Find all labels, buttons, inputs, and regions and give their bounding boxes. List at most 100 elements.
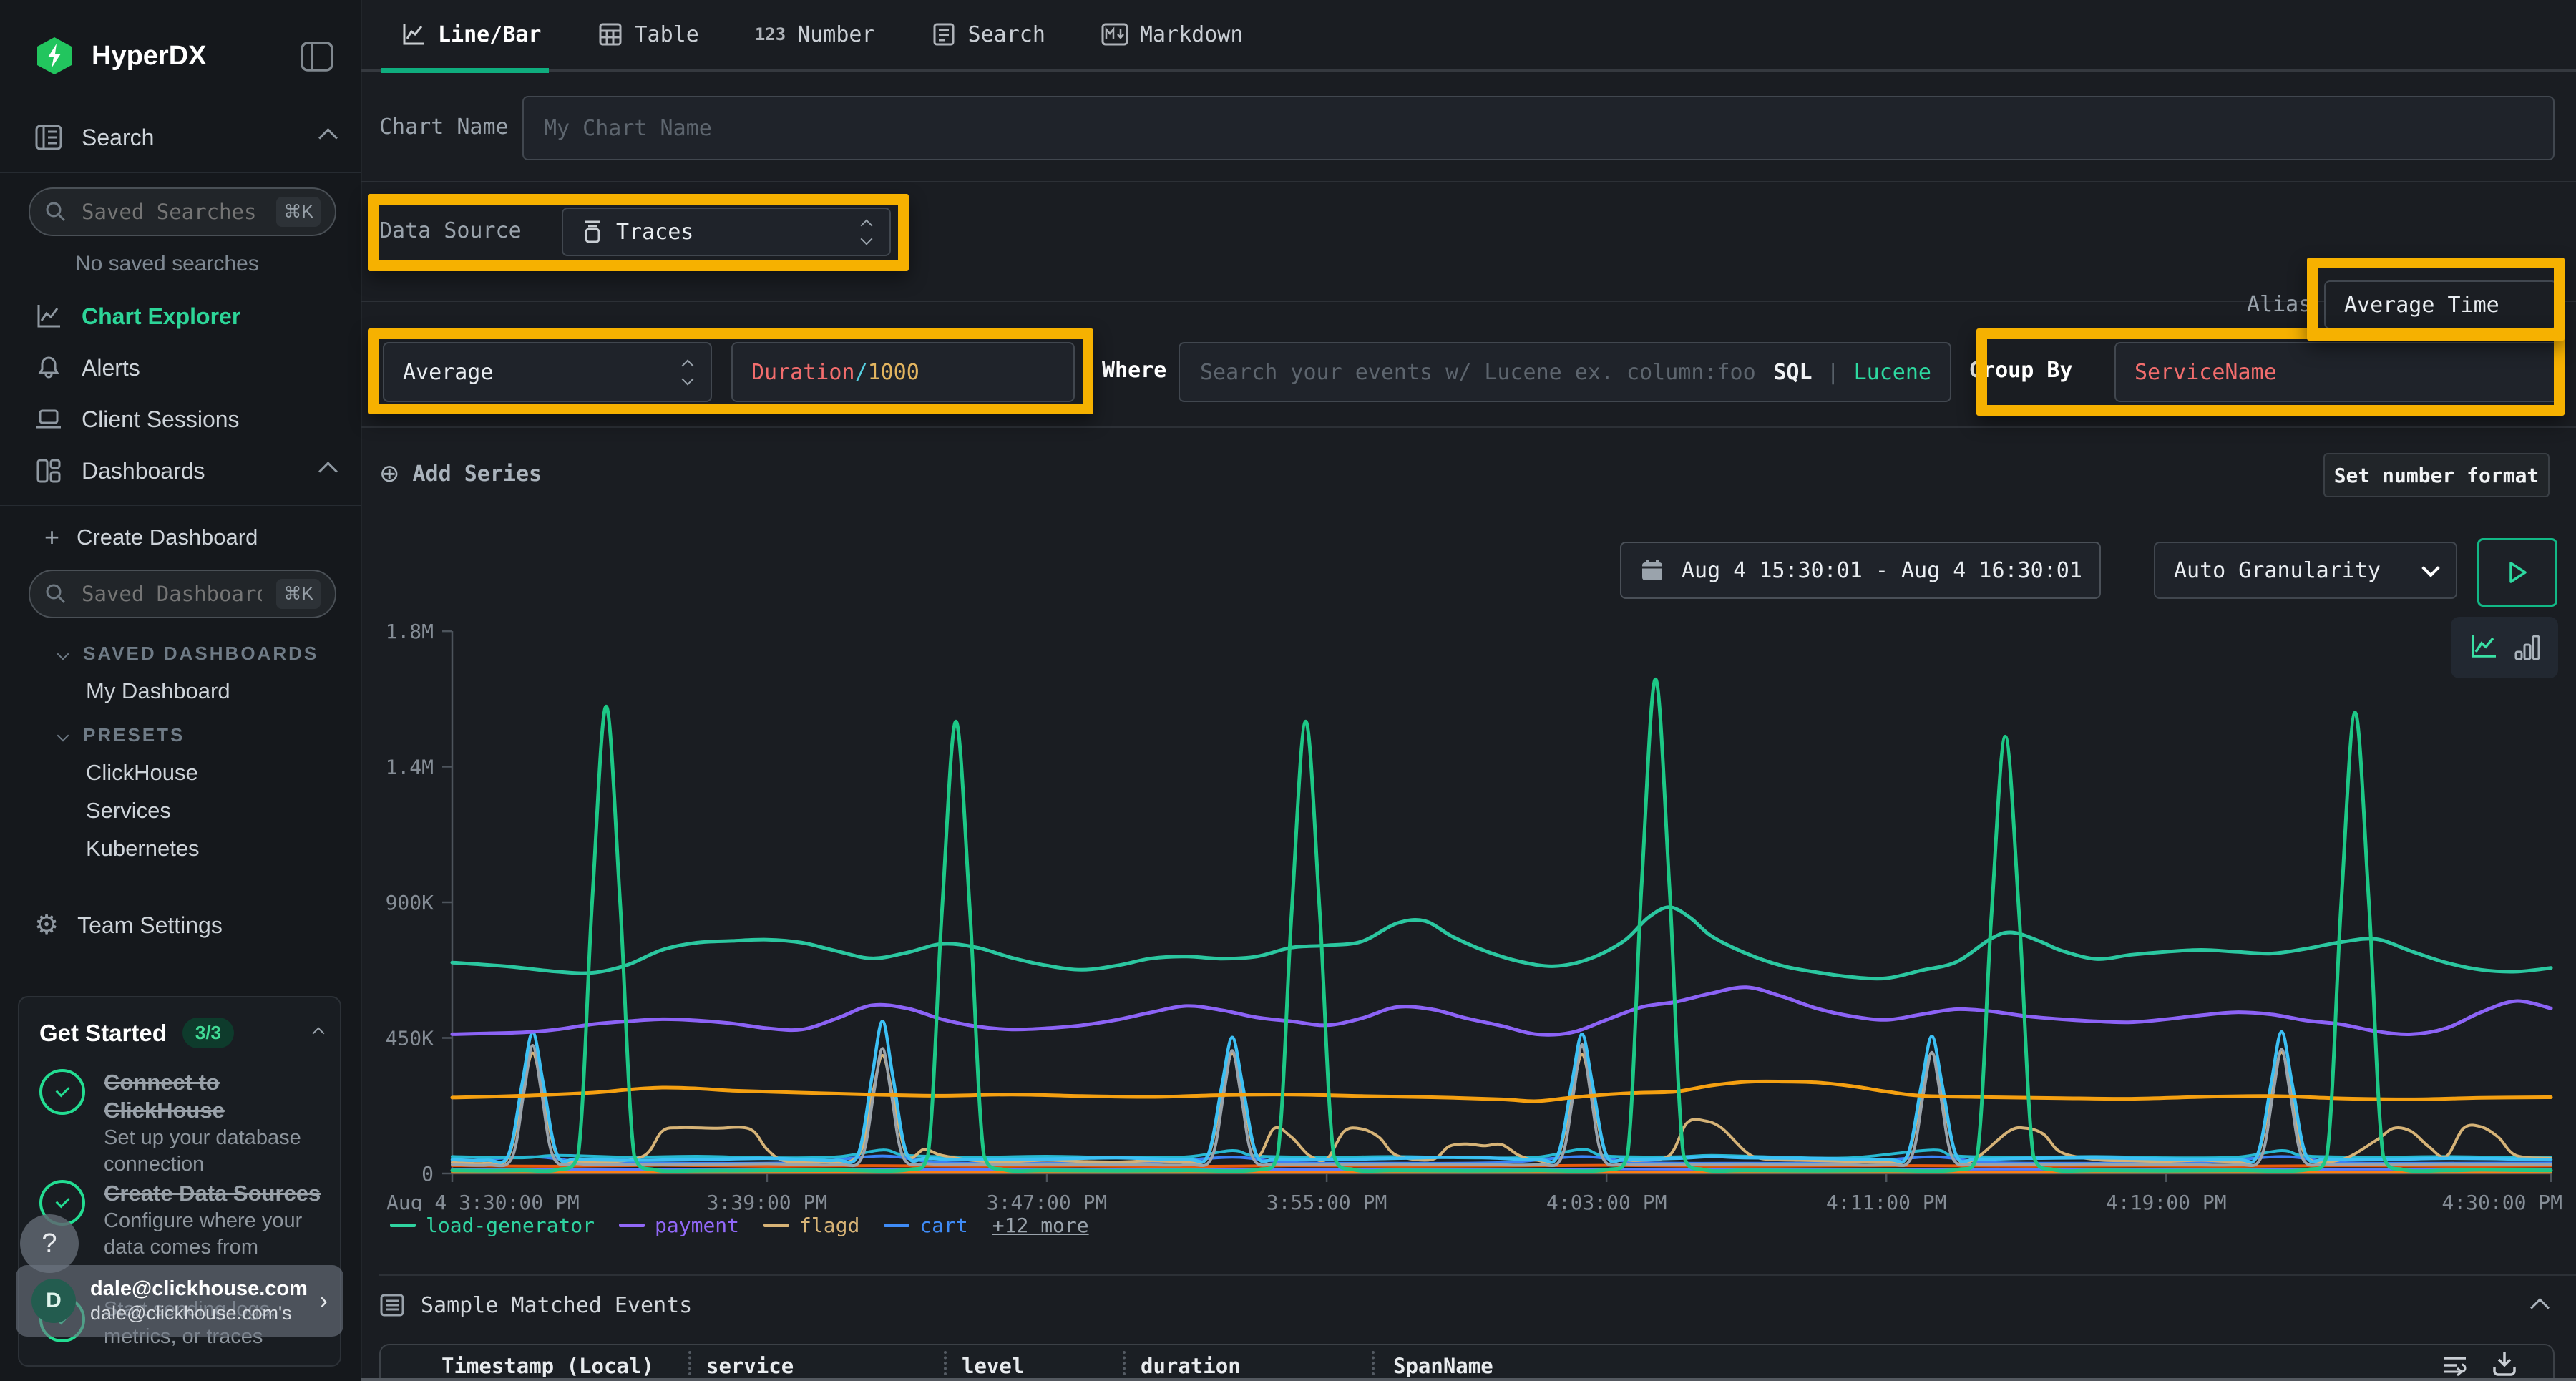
chevron-right-icon: ›: [320, 1287, 328, 1315]
granularity-select[interactable]: Auto Granularity: [2154, 542, 2457, 599]
table-scrollbar[interactable]: [361, 1378, 2576, 1381]
legend-more-link[interactable]: +12 more: [992, 1214, 1089, 1237]
get-started-item-title: Connect to ClickHouse: [104, 1070, 225, 1123]
chart-style-toggle: [2451, 617, 2558, 678]
tab-number[interactable]: 123 Number: [755, 22, 875, 47]
bar-style-icon[interactable]: [2514, 633, 2540, 662]
add-series-button[interactable]: ⊕ Add Series: [379, 459, 542, 488]
table-icon: [597, 21, 623, 47]
help-button[interactable]: ?: [20, 1214, 79, 1273]
sidebar-item-label: Client Sessions: [82, 406, 240, 433]
sidebar-item-dashboards[interactable]: Dashboards: [34, 457, 335, 485]
svg-text:Aug 4 3:30:00 PM: Aug 4 3:30:00 PM: [386, 1191, 580, 1211]
data-source-select[interactable]: Traces: [562, 208, 891, 256]
group-presets[interactable]: PRESETS: [59, 724, 185, 746]
aggregation-select[interactable]: Average: [383, 342, 712, 402]
column-header-timestamp[interactable]: Timestamp (Local): [441, 1354, 654, 1378]
sidebar-item-label: Alerts: [82, 355, 140, 381]
team-settings-label: Team Settings: [77, 912, 223, 939]
legend-swatch: [390, 1224, 416, 1227]
aggregation-value: Average: [403, 360, 493, 385]
legend-item[interactable]: flagd: [763, 1214, 859, 1237]
download-icon[interactable]: [2490, 1350, 2519, 1381]
tab-search[interactable]: Search: [931, 21, 1045, 47]
svg-text:3:39:00 PM: 3:39:00 PM: [707, 1191, 828, 1211]
sidebar-collapse-icon[interactable]: [301, 42, 333, 74]
chevron-down-icon: [57, 648, 69, 660]
saved-searches-input[interactable]: ⌘K: [29, 187, 336, 236]
field-token: Duration: [751, 360, 855, 385]
legend-label: load-generator: [426, 1214, 595, 1237]
timeseries-chart[interactable]: 0450K900K1.4M1.8MAug 4 3:30:00 PM3:39:00…: [386, 614, 2569, 1211]
user-menu[interactable]: D dale@clickhouse.com dale@clickhouse.co…: [16, 1265, 343, 1337]
line-style-icon[interactable]: [2469, 633, 2499, 662]
svg-text:1.4M: 1.4M: [386, 756, 434, 779]
group-saved-dashboards[interactable]: SAVED DASHBOARDS: [59, 643, 318, 665]
sidebar-item-alerts[interactable]: Alerts: [34, 353, 335, 382]
group-by-input[interactable]: ServiceName: [2114, 342, 2562, 402]
set-number-format-button[interactable]: Set number format: [2323, 453, 2550, 497]
column-separator[interactable]: [688, 1351, 691, 1375]
sidebar-item-my-dashboard[interactable]: My Dashboard: [86, 678, 230, 704]
get-started-item[interactable]: Connect to ClickHouse Set up your databa…: [39, 1069, 340, 1179]
run-query-button[interactable]: [2477, 538, 2557, 607]
sidebar-item-kubernetes[interactable]: Kubernetes: [86, 836, 200, 862]
saved-dashboards-input[interactable]: ⌘K: [29, 570, 336, 618]
time-range-value: Aug 4 15:30:01 - Aug 4 16:30:01: [1682, 558, 2082, 583]
select-chevrons-icon: [683, 361, 692, 384]
svg-text:4:11:00 PM: 4:11:00 PM: [1826, 1191, 1947, 1211]
saved-dashboards-field[interactable]: [80, 581, 263, 607]
time-range-picker[interactable]: Aug 4 15:30:01 - Aug 4 16:30:01: [1620, 542, 2101, 599]
lucene-toggle[interactable]: Lucene: [1854, 360, 1931, 385]
tab-markdown[interactable]: Markdown: [1101, 22, 1244, 47]
brand[interactable]: HyperDX: [34, 36, 207, 76]
legend-item[interactable]: payment: [619, 1214, 739, 1237]
saved-searches-field[interactable]: [80, 199, 263, 225]
sidebar-item-chart-explorer[interactable]: Chart Explorer: [34, 302, 335, 331]
sidebar-item-team-settings[interactable]: ⚙ Team Settings: [34, 912, 335, 939]
add-series-label: Add Series: [413, 462, 542, 487]
where-field[interactable]: [1199, 359, 1759, 386]
sql-toggle[interactable]: SQL: [1773, 360, 1812, 385]
divider: [379, 1274, 2576, 1276]
column-header-service[interactable]: service: [706, 1354, 794, 1378]
group-label: SAVED DASHBOARDS: [83, 643, 318, 665]
get-started-item[interactable]: Create Data Sources Configure where your…: [39, 1180, 340, 1262]
column-separator[interactable]: [1372, 1351, 1375, 1375]
tab-table[interactable]: Table: [597, 21, 699, 47]
legend-item[interactable]: cart: [884, 1214, 967, 1237]
tab-line-bar[interactable]: Line/Bar: [401, 21, 542, 47]
column-header-spanname[interactable]: SpanName: [1393, 1354, 1493, 1378]
column-separator[interactable]: [1123, 1351, 1126, 1375]
legend-item[interactable]: load-generator: [390, 1214, 595, 1237]
get-started-badge: 3/3: [182, 1018, 234, 1048]
number-123-icon: 123: [755, 24, 786, 44]
alias-input[interactable]: Average Time: [2324, 280, 2557, 329]
column-header-duration[interactable]: duration: [1141, 1354, 1241, 1378]
create-dashboard-button[interactable]: + Create Dashboard: [44, 522, 258, 552]
sidebar-item-clickhouse[interactable]: ClickHouse: [86, 760, 198, 786]
chart-name-input[interactable]: [522, 96, 2555, 160]
divider: [361, 181, 2576, 182]
get-started-item-desc: Configure where your data comes from: [104, 1209, 302, 1259]
field-token: 1000: [868, 360, 919, 385]
divider: [361, 301, 2576, 302]
where-input[interactable]: SQL | Lucene: [1179, 342, 1951, 402]
wrap-text-icon[interactable]: [2441, 1351, 2470, 1380]
sidebar-item-client-sessions[interactable]: Client Sessions: [34, 405, 335, 434]
column-separator[interactable]: [944, 1351, 947, 1375]
sidebar-section-search[interactable]: Search: [34, 123, 335, 152]
sample-events-header[interactable]: Sample Matched Events: [379, 1292, 692, 1318]
sidebar-item-services[interactable]: Services: [86, 798, 171, 824]
legend-label: flagd: [799, 1214, 859, 1237]
active-tab-underline: [381, 68, 549, 73]
field-expression-input[interactable]: Duration/1000: [731, 342, 1075, 402]
svg-text:900K: 900K: [386, 891, 434, 914]
collapse-events-icon[interactable]: [2530, 1298, 2550, 1317]
column-header-level[interactable]: level: [962, 1354, 1024, 1378]
chart-name-field[interactable]: [542, 115, 2534, 142]
get-started-header[interactable]: Get Started 3/3: [39, 1018, 323, 1048]
granularity-value: Auto Granularity: [2174, 558, 2381, 583]
chart-type-tabs: Line/Bar Table 123 Number Search Markdow…: [401, 0, 1243, 69]
alias-label: Alias: [2247, 292, 2311, 317]
